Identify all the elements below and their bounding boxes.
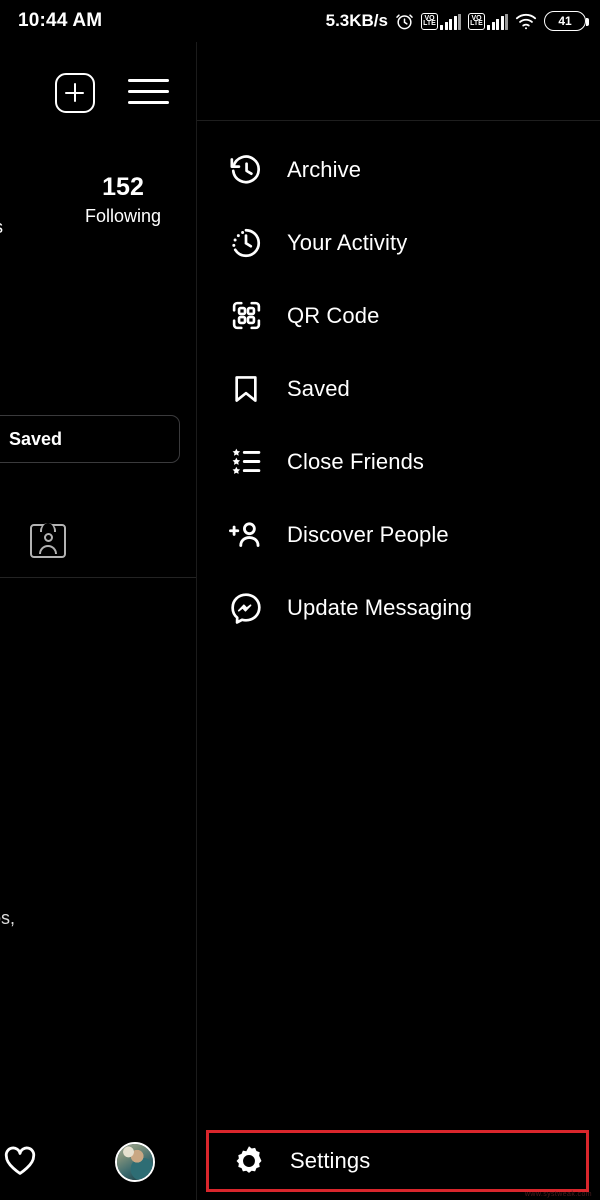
menu-item-label: Close Friends xyxy=(287,448,425,474)
menu-item-label: Archive xyxy=(287,156,362,182)
menu-item-discover-people[interactable]: Discover People xyxy=(197,498,600,571)
status-bar-clock: 10:44 AM xyxy=(18,10,103,31)
sim2-signal-bars xyxy=(487,13,508,30)
star-list-icon xyxy=(225,441,267,483)
profile-panel: ers 152 Following Saved videos, file. id… xyxy=(0,42,196,1200)
menu-item-label: Saved xyxy=(287,375,350,401)
archive-clock-icon xyxy=(225,149,267,191)
profile-top-actions xyxy=(0,62,196,122)
profile-avatar[interactable] xyxy=(115,1142,155,1182)
sim1-signal-bars xyxy=(440,13,461,30)
menu-item-your-activity[interactable]: Your Activity xyxy=(197,206,600,279)
following-count: 152 xyxy=(102,173,144,201)
profile-bio: videos, file. xyxy=(0,902,158,966)
plus-square-icon[interactable] xyxy=(55,73,95,113)
side-drawer-menu: Archive Your Activity QR Code Saved Clos… xyxy=(196,42,600,1200)
instagram-profile-drawer-screen: 10:44 AM 5.3KB/s VO LTE VO LTE 41 152 Fo… xyxy=(0,0,600,1200)
menu-item-update-messaging[interactable]: Update Messaging xyxy=(197,571,600,644)
tagged-photos-icon[interactable] xyxy=(30,523,66,558)
following-label: Following xyxy=(84,206,162,227)
drawer-header-divider xyxy=(197,120,600,121)
saved-button[interactable]: Saved xyxy=(0,415,180,463)
bookmark-icon xyxy=(225,368,267,410)
watermark: www.systweak.com xyxy=(524,1191,592,1198)
following-stat[interactable]: 152 Following xyxy=(63,174,183,227)
bottom-navigation-bar xyxy=(0,1124,196,1200)
battery-indicator: 41 xyxy=(544,11,589,31)
activity-clock-icon xyxy=(225,222,267,264)
sim1-volte-indicator: VO LTE xyxy=(421,12,461,30)
bio-line-1: videos, xyxy=(0,908,16,928)
network-speed-label: 5.3KB/s xyxy=(325,11,388,30)
wifi-icon xyxy=(515,13,537,30)
status-bar-indicators: 5.3KB/s VO LTE VO LTE 41 xyxy=(325,11,589,31)
person-add-icon xyxy=(225,514,267,556)
menu-item-close-friends[interactable]: Close Friends xyxy=(197,425,600,498)
menu-item-saved[interactable]: Saved xyxy=(197,352,600,425)
menu-item-label: Your Activity xyxy=(287,229,408,255)
menu-item-label: QR Code xyxy=(287,302,380,328)
status-bar: 10:44 AM 5.3KB/s VO LTE VO LTE 41 xyxy=(0,0,600,42)
gear-icon xyxy=(228,1140,270,1182)
messenger-icon xyxy=(225,587,267,629)
qr-code-icon xyxy=(225,295,267,337)
menu-item-label: Update Messaging xyxy=(287,594,473,620)
heart-outline-icon[interactable] xyxy=(4,1146,36,1176)
sim1-volte-bottom: LTE xyxy=(423,20,436,27)
menu-item-label: Settings xyxy=(290,1148,371,1173)
followers-stat-label[interactable]: ers xyxy=(0,217,3,238)
menu-item-qr-code[interactable]: QR Code xyxy=(197,279,600,352)
alarm-clock-icon xyxy=(395,12,414,31)
sim2-volte-bottom: LTE xyxy=(470,20,483,27)
menu-item-label: Discover People xyxy=(287,521,449,547)
menu-item-settings[interactable]: Settings xyxy=(206,1130,589,1192)
profile-tabs-divider xyxy=(0,577,196,578)
sim2-volte-indicator: VO LTE xyxy=(468,12,508,30)
hamburger-menu-icon[interactable] xyxy=(128,79,169,107)
menu-item-archive[interactable]: Archive xyxy=(197,133,600,206)
drawer-menu-list: Archive Your Activity QR Code Saved Clos… xyxy=(197,133,600,644)
bio-line-2: file. xyxy=(0,934,158,966)
